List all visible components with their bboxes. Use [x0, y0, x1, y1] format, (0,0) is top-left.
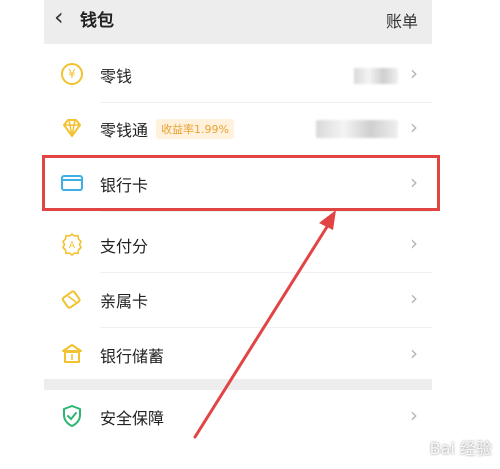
- back-chevron-icon[interactable]: ‹: [54, 5, 74, 29]
- list-item-lingqiantong[interactable]: 零钱通 收益率1.99% ›: [44, 102, 432, 157]
- bill-button[interactable]: 账单: [386, 8, 418, 32]
- chevron-right-icon: ›: [410, 286, 418, 310]
- balance-redacted: [316, 120, 398, 138]
- list-item-security[interactable]: 安全保障 ›: [44, 390, 432, 445]
- wallet-list-card: ¥ 零钱 › 零钱通 收益率1.99% › 银行卡 › A 支付分 › 亲属卡 …: [44, 44, 432, 379]
- shield-check-icon: [60, 404, 84, 428]
- yield-rate-badge: 收益率1.99%: [156, 119, 234, 139]
- divider: [100, 211, 432, 212]
- coin-yen-icon: ¥: [60, 62, 84, 86]
- list-item-label: 安全保障: [100, 409, 165, 428]
- svg-text:A: A: [69, 241, 76, 251]
- list-item-change[interactable]: ¥ 零钱 ›: [44, 48, 432, 103]
- list-item-label: 亲属卡: [100, 292, 149, 311]
- list-item-label: 支付分: [100, 237, 149, 256]
- watermark: Bai 经验: [429, 439, 492, 458]
- bank-building-icon: [60, 342, 84, 366]
- chevron-right-icon: ›: [410, 61, 418, 85]
- list-item-label: 零钱: [100, 67, 133, 86]
- wallet-header: ‹ 钱包 账单: [44, 0, 432, 44]
- security-card: 安全保障 ›: [44, 390, 432, 469]
- chevron-right-icon: ›: [410, 403, 418, 427]
- chevron-right-icon: ›: [410, 115, 418, 139]
- list-item-family-card[interactable]: 亲属卡 ›: [44, 273, 432, 328]
- balance-redacted: [354, 68, 398, 84]
- chevron-right-icon: ›: [410, 231, 418, 255]
- bank-card-highlight-box: [42, 155, 440, 211]
- list-item-bank-savings[interactable]: 银行储蓄 ›: [44, 328, 432, 383]
- list-item-payscore[interactable]: A 支付分 ›: [44, 218, 432, 273]
- chevron-right-icon: ›: [410, 341, 418, 365]
- list-item-label: 零钱通: [100, 121, 149, 140]
- list-item-label: 银行储蓄: [100, 347, 165, 366]
- payscore-badge-icon: A: [60, 232, 84, 256]
- diamond-icon: [60, 116, 84, 140]
- svg-text:¥: ¥: [68, 67, 76, 81]
- page-title: 钱包: [80, 11, 114, 31]
- family-card-icon: [60, 287, 84, 311]
